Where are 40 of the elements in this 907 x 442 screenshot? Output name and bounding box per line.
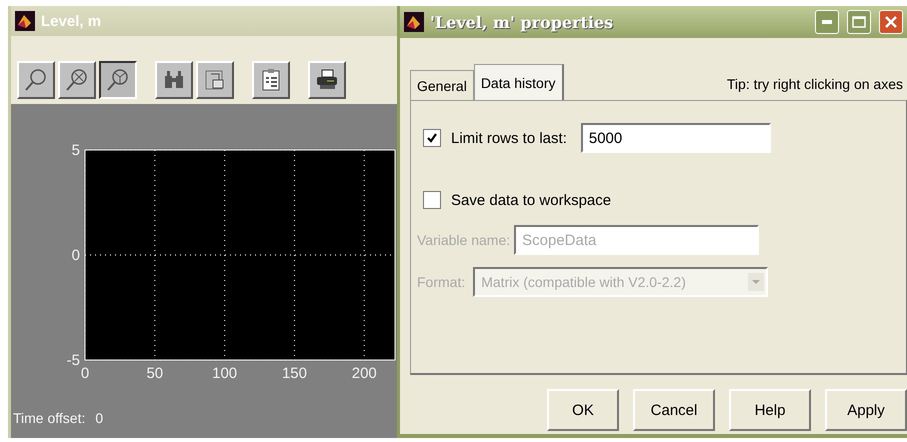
- time-offset-value: 0: [95, 410, 104, 426]
- tick-label: 5: [72, 142, 80, 159]
- tick-label: 150: [282, 365, 307, 382]
- dialog-title: 'Level, m' properties: [430, 12, 614, 32]
- field-label: Variable name:: [417, 232, 510, 248]
- checkbox[interactable]: [423, 129, 441, 147]
- time-offset-label: Time offset:: [13, 410, 86, 426]
- tick-label: 200: [352, 365, 377, 382]
- checkbox-label: Save data to workspace: [451, 192, 612, 208]
- tick-label: 0: [80, 365, 90, 382]
- app-icon: [15, 11, 35, 31]
- tip-text: Tip: try right clicking on axes: [726, 76, 904, 92]
- app-icon: [404, 12, 424, 32]
- minimize-icon: [822, 20, 832, 24]
- tick-label: 50: [146, 365, 164, 382]
- printer-icon: [315, 68, 339, 92]
- magnifier-icon: [65, 68, 89, 92]
- maximize-button[interactable]: [847, 10, 871, 34]
- magnifier-icon: [106, 68, 130, 92]
- field-label: Format:: [417, 274, 466, 290]
- tick-label: 0: [72, 247, 80, 264]
- minimize-button[interactable]: [815, 10, 839, 34]
- close-icon: [884, 15, 898, 29]
- window-title: Level, m: [41, 12, 102, 30]
- close-button[interactable]: [879, 10, 903, 34]
- checkmark-icon: [426, 132, 438, 144]
- checkbox-label: Limit rows to last:: [451, 130, 567, 146]
- checkbox[interactable]: [423, 191, 441, 209]
- tab[interactable]: Data history: [474, 64, 564, 100]
- magnifier-icon: [24, 68, 48, 92]
- tick-label: 100: [212, 365, 238, 382]
- dialog-button[interactable]: Cancel: [633, 389, 715, 431]
- maximize-icon: [852, 16, 866, 28]
- dialog-button[interactable]: Help: [729, 389, 811, 431]
- tab[interactable]: General: [410, 70, 474, 100]
- dialog-button[interactable]: OK: [547, 389, 619, 431]
- tick-label: -5: [66, 352, 80, 369]
- dialog-button[interactable]: Apply: [825, 389, 907, 431]
- toolbar-button[interactable]: [99, 61, 137, 99]
- input-field[interactable]: 5000: [580, 123, 771, 153]
